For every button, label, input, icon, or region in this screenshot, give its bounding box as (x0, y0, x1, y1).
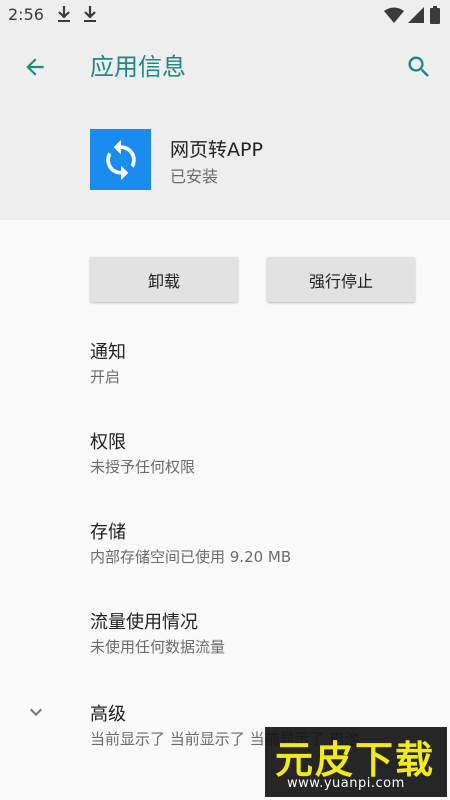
setting-title: 流量使用情况 (90, 612, 198, 633)
watermark-url: www.yuanpi.com (287, 776, 405, 791)
signal-icon (408, 7, 424, 27)
download-icon (56, 5, 72, 27)
watermark-logo: 元皮下载 www.yuanpi.com (265, 727, 447, 797)
setting-summary: 开启 (90, 368, 121, 386)
setting-storage[interactable]: 存储 内部存储空间已使用 9.20 MB (0, 508, 450, 588)
wifi-icon (384, 7, 404, 27)
force-stop-button[interactable]: 强行停止 (267, 257, 415, 302)
setting-data-usage[interactable]: 流量使用情况 未使用任何数据流量 (0, 598, 450, 678)
setting-title: 存储 (90, 522, 126, 543)
app-header: 应用信息 网页转APP 已安装 (0, 30, 450, 220)
chevron-down-icon (30, 708, 42, 716)
status-bar: 2:56 (0, 0, 450, 30)
setting-permissions[interactable]: 权限 未授予任何权限 (0, 418, 450, 498)
arrow-back-icon (26, 58, 44, 76)
setting-notifications[interactable]: 通知 开启 (0, 328, 450, 408)
app-name: 网页转APP (170, 139, 263, 161)
status-time: 2:56 (8, 5, 44, 24)
page-title: 应用信息 (90, 53, 186, 81)
setting-summary: 内部存储空间已使用 9.20 MB (90, 548, 292, 566)
battery-icon (430, 6, 440, 28)
search-button[interactable] (404, 52, 434, 82)
setting-title: 通知 (90, 342, 126, 363)
app-icon (90, 129, 151, 190)
uninstall-button[interactable]: 卸载 (90, 257, 238, 302)
search-icon (408, 56, 429, 77)
app-install-status: 已安装 (170, 167, 219, 186)
setting-summary: 未使用任何数据流量 (90, 638, 226, 656)
setting-summary: 未授予任何权限 (90, 458, 196, 476)
back-button[interactable] (20, 52, 50, 82)
download-icon (82, 5, 98, 27)
setting-title: 权限 (90, 432, 126, 453)
setting-title: 高级 (90, 704, 126, 725)
sync-icon (105, 139, 136, 180)
